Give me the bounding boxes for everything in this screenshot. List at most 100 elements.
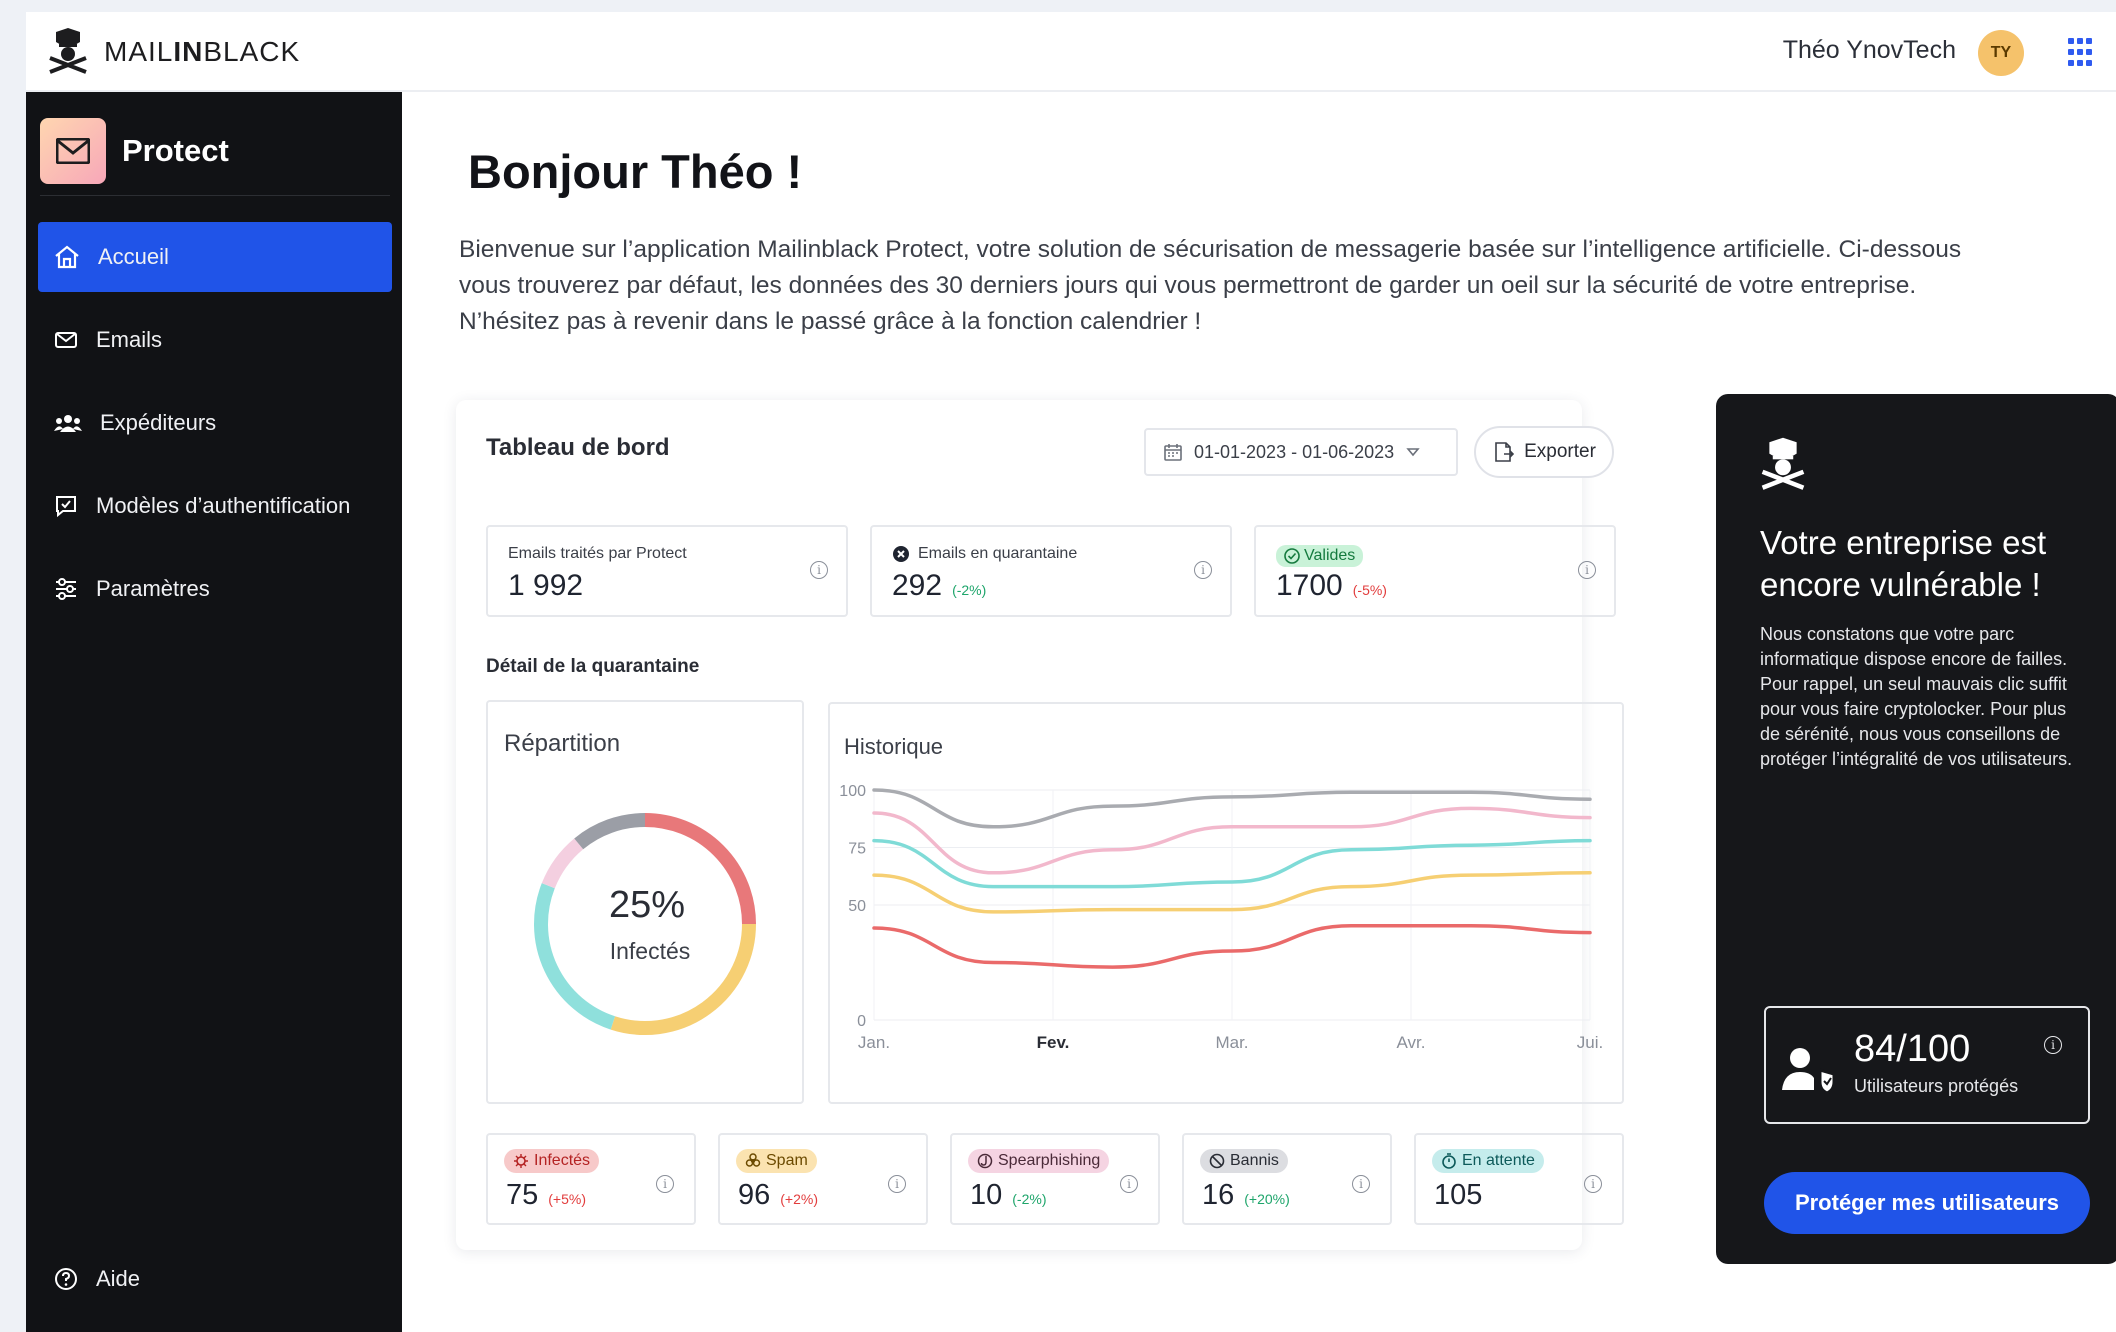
x-tick-label: Avr.	[1397, 1033, 1426, 1052]
apps-grid-icon[interactable]	[2068, 38, 2098, 68]
sidebar-item-expediteurs[interactable]: Expéditeurs	[38, 388, 392, 458]
date-range-picker[interactable]: 01-01-2023 - 01-06-2023	[1144, 428, 1458, 476]
info-icon[interactable]: i	[1120, 1175, 1138, 1193]
product-name: Protect	[122, 132, 229, 168]
x-tick-label: Fev.	[1037, 1033, 1070, 1052]
intro-text: Bienvenue sur l’application Mailinblack …	[459, 236, 1962, 335]
stat-en-attente: En attente 105 i	[1414, 1133, 1624, 1225]
kpi-value: 1 992	[508, 569, 584, 602]
promo-title: Votre entreprise est encore vulnérable !	[1760, 524, 2047, 603]
sidebar-item-label: Emails	[96, 327, 163, 352]
kpi-value: 1700 (-5%)	[1276, 569, 1387, 602]
protection-score: 84/100 Utilisateurs protégés i	[1764, 1006, 2090, 1124]
stat-spam: Spam 96 (+2%) i	[718, 1133, 928, 1225]
biohazard-icon	[745, 1153, 761, 1167]
historique-card: Historique 0 50 75 100 Jan. Fev. Mar. Avr. Jui.	[828, 702, 1624, 1104]
hook-icon	[977, 1153, 993, 1169]
brand-name: MAILINBLACK	[104, 36, 301, 67]
status-badge: Valides	[1276, 545, 1364, 567]
x-tick-label: Mar.	[1215, 1033, 1248, 1052]
page-title: Bonjour Théo !	[468, 145, 803, 198]
users-icon	[54, 415, 82, 432]
sidebar-item-parametres[interactable]: Paramètres	[38, 554, 392, 624]
sidebar-item-accueil[interactable]: Accueil	[38, 222, 392, 292]
avatar[interactable]: TY	[1978, 30, 2024, 76]
stat-tag: En attente	[1432, 1149, 1544, 1173]
mail-icon	[55, 332, 77, 348]
sidebar-item-label: Accueil	[98, 244, 169, 269]
kpi-label: Emails en quarantaine	[892, 545, 1077, 563]
kpi-valides: Valides 1700 (-5%) i	[1254, 525, 1616, 617]
date-range-value: 01-01-2023 - 01-06-2023	[1194, 441, 1395, 462]
stat-tag: Spearphishing	[968, 1149, 1110, 1173]
logo-icon	[1761, 437, 1805, 490]
info-icon[interactable]: i	[810, 561, 828, 579]
donut-slice-bannis	[574, 813, 646, 850]
sidebar-item-modeles[interactable]: Modèles d’authentification	[38, 471, 392, 541]
y-tick-label: 100	[839, 783, 866, 800]
envelope-icon	[40, 117, 106, 184]
sidebar-item-aide[interactable]: Aide	[54, 1266, 140, 1292]
logo-icon	[49, 28, 87, 74]
info-icon[interactable]: i	[888, 1175, 906, 1193]
kpi-quarantaine: Emails en quarantaine 292 (-2%) i	[870, 525, 1232, 617]
security-promo-card: Votre entreprise est encore vulnérable !…	[1716, 394, 2116, 1264]
product-header: Protect	[40, 106, 390, 196]
stat-infectes: Infectés 75 (+5%) i	[486, 1133, 696, 1225]
kpi-label: Emails traités par Protect	[508, 545, 687, 562]
top-bar: MAILINBLACK Théo YnovTech TY	[26, 12, 2116, 92]
info-icon[interactable]: i	[1352, 1175, 1370, 1193]
sidebar: Protect Accueil Emails Expéditeurs Modèl…	[26, 92, 402, 1332]
export-button[interactable]: Exporter	[1474, 426, 1614, 478]
info-icon[interactable]: i	[1578, 561, 1596, 579]
sidebar-item-label: Paramètres	[96, 576, 210, 601]
stat-tag: Infectés	[504, 1149, 600, 1173]
repartition-card: Répartition 25% Infectés	[486, 700, 804, 1104]
home-icon	[55, 245, 79, 269]
donut-percent: 25%	[608, 884, 686, 926]
stat-value: 16 (+20%)	[1202, 1179, 1290, 1211]
y-tick-label: 0	[857, 1013, 866, 1030]
score-value: 84/100	[1854, 1028, 1971, 1070]
kpi-label: Valides	[1276, 545, 1364, 567]
main-content: Bonjour Théo ! Bienvenue sur l’applicati…	[402, 92, 2116, 1332]
kpi-value: 292 (-2%)	[892, 569, 987, 602]
info-icon[interactable]: i	[1194, 561, 1212, 579]
ban-icon	[1209, 1153, 1225, 1169]
stat-value: 10 (-2%)	[970, 1179, 1047, 1211]
stat-value: 96 (+2%)	[738, 1179, 818, 1211]
promo-text: Nous constatons que votre parc informati…	[1760, 624, 2073, 769]
info-icon[interactable]: i	[1584, 1175, 1602, 1193]
info-icon[interactable]: i	[2044, 1036, 2062, 1054]
sidebar-item-emails[interactable]: Emails	[38, 305, 392, 375]
section-title: Détail de la quarantaine	[486, 656, 700, 677]
protect-users-button[interactable]: Protéger mes utilisateurs	[1764, 1172, 2090, 1234]
export-icon	[1495, 442, 1515, 462]
user-shield-icon	[1782, 1048, 1836, 1094]
stat-value: 75 (+5%)	[506, 1179, 586, 1211]
brand-logo[interactable]: MAILINBLACK	[46, 28, 300, 76]
x-tick-label: Jui.	[1577, 1033, 1603, 1052]
virus-icon	[514, 1154, 528, 1168]
info-icon[interactable]: i	[656, 1175, 674, 1193]
donut-slice-spearphishing	[541, 838, 584, 889]
stat-tag: Spam	[736, 1149, 817, 1173]
sidebar-item-label: Modèles d’authentification	[96, 493, 351, 518]
stat-spearphishing: Spearphishing 10 (-2%) i	[950, 1133, 1160, 1225]
chat-check-icon	[56, 496, 76, 518]
dashboard-card: Tableau de bord 01-01-2023 - 01-06-2023 …	[456, 400, 1624, 1250]
stopwatch-icon	[1442, 1153, 1456, 1169]
calendar-icon	[1164, 444, 1182, 461]
chevron-down-icon	[1406, 448, 1420, 457]
export-label: Exporter	[1524, 441, 1596, 462]
y-tick-label: 50	[848, 898, 866, 915]
line-chart: 0 50 75 100 Jan. Fev. Mar. Avr. Jui.	[839, 783, 1603, 1052]
stat-tag: Bannis	[1200, 1149, 1288, 1173]
app-window: MAILINBLACK Théo YnovTech TY Protect Acc…	[26, 12, 2116, 1332]
check-circle-icon	[1284, 548, 1300, 564]
sliders-icon	[56, 578, 76, 600]
user-name[interactable]: Théo YnovTech	[1783, 36, 1956, 65]
sidebar-nav: Accueil Emails Expéditeurs Modèles d’aut…	[38, 222, 392, 637]
kpi-emails-traites: Emails traités par Protect 1 992 i	[486, 525, 848, 617]
help-icon	[55, 1268, 77, 1290]
